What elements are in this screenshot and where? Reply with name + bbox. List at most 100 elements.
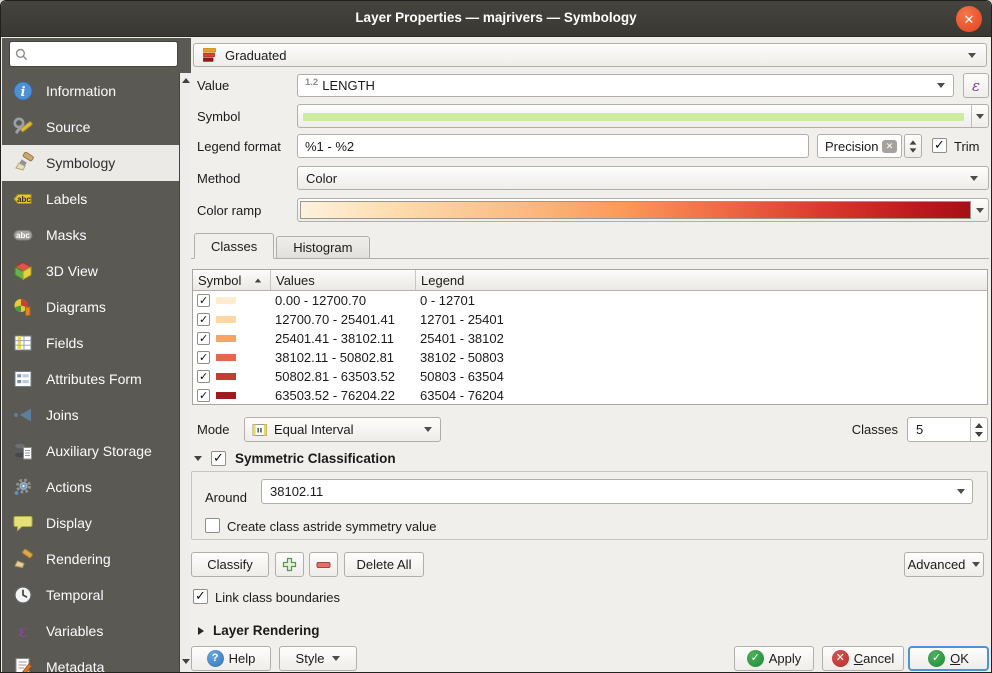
apply-button[interactable]: ✓Apply bbox=[734, 646, 814, 671]
color-ramp-dropdown[interactable] bbox=[972, 199, 988, 221]
header-legend[interactable]: Legend bbox=[416, 270, 987, 290]
precision-spin-buttons[interactable] bbox=[904, 134, 922, 158]
style-button[interactable]: Style bbox=[279, 646, 357, 671]
sidebar-item-auxiliary-storage[interactable]: Auxiliary Storage bbox=[2, 433, 179, 469]
spin-down-icon[interactable] bbox=[975, 432, 983, 437]
class-values[interactable]: 63503.52 - 76204.22 bbox=[271, 388, 416, 403]
classify-button[interactable]: Classify bbox=[191, 552, 269, 577]
search-input[interactable] bbox=[32, 47, 162, 62]
sidebar-item-joins[interactable]: Joins bbox=[2, 397, 179, 433]
sidebar-item-rendering[interactable]: Rendering bbox=[2, 541, 179, 577]
remove-class-button[interactable] bbox=[309, 552, 338, 577]
class-legend[interactable]: 63504 - 76204 bbox=[416, 388, 987, 403]
sidebar-item-display[interactable]: Display bbox=[2, 505, 179, 541]
classes-table-header: Symbol Values Legend bbox=[193, 270, 987, 291]
sidebar-item-temporal[interactable]: Temporal bbox=[2, 577, 179, 613]
classes-spin-buttons[interactable] bbox=[970, 418, 987, 441]
header-values[interactable]: Values bbox=[271, 270, 416, 290]
class-row[interactable]: 25401.41 - 38102.11 25401 - 38102 bbox=[193, 329, 987, 348]
symbol-preview-button[interactable] bbox=[297, 104, 989, 128]
class-row[interactable]: 12700.70 - 25401.41 12701 - 25401 bbox=[193, 310, 987, 329]
auxiliary-storage-icon bbox=[11, 439, 35, 463]
classes-spinbox[interactable]: 5 bbox=[907, 417, 988, 442]
header-symbol[interactable]: Symbol bbox=[193, 270, 271, 290]
class-legend[interactable]: 38102 - 50803 bbox=[416, 350, 987, 365]
renderer-value: Graduated bbox=[225, 48, 286, 63]
trim-checkbox[interactable] bbox=[932, 138, 947, 153]
class-values[interactable]: 12700.70 - 25401.41 bbox=[271, 312, 416, 327]
delete-all-button[interactable]: Delete All bbox=[344, 552, 424, 577]
sidebar-item-labels[interactable]: abc Labels bbox=[2, 181, 179, 217]
add-class-button[interactable] bbox=[275, 552, 304, 577]
symbol-dropdown[interactable] bbox=[971, 105, 988, 127]
symmetric-classification-checkbox[interactable] bbox=[211, 451, 226, 466]
method-combo[interactable]: Color bbox=[297, 166, 989, 190]
help-button[interactable]: ?Help bbox=[191, 646, 271, 671]
scroll-up-icon[interactable] bbox=[182, 78, 190, 83]
clear-icon[interactable]: ✕ bbox=[882, 140, 897, 153]
class-legend[interactable]: 12701 - 25401 bbox=[416, 312, 987, 327]
astride-checkbox[interactable] bbox=[205, 518, 220, 533]
symmetric-classification-header[interactable]: Symmetric Classification bbox=[194, 449, 396, 467]
class-color-swatch[interactable] bbox=[216, 392, 236, 399]
around-combo[interactable]: 38102.11 bbox=[261, 479, 973, 504]
sidebar-item-fields[interactable]: Fields bbox=[2, 325, 179, 361]
class-color-swatch[interactable] bbox=[216, 354, 236, 361]
sidebar-item-symbology[interactable]: Symbology bbox=[2, 145, 179, 181]
tab-histogram[interactable]: Histogram bbox=[276, 236, 369, 259]
renderer-combo[interactable]: Graduated bbox=[193, 43, 987, 67]
scroll-down-icon[interactable] bbox=[182, 659, 190, 664]
sidebar-item-metadata[interactable]: Metadata bbox=[2, 649, 179, 672]
class-visibility-checkbox[interactable] bbox=[197, 294, 210, 307]
class-color-swatch[interactable] bbox=[216, 373, 236, 380]
class-visibility-checkbox[interactable] bbox=[197, 313, 210, 326]
class-legend[interactable]: 50803 - 63504 bbox=[416, 369, 987, 384]
sidebar-item-attributes-form[interactable]: Attributes Form bbox=[2, 361, 179, 397]
collapse-expanded-icon[interactable] bbox=[194, 456, 202, 461]
class-color-swatch[interactable] bbox=[216, 297, 236, 304]
class-legend[interactable]: 0 - 12701 bbox=[416, 293, 987, 308]
color-ramp-button[interactable] bbox=[297, 198, 989, 222]
class-row[interactable]: 0.00 - 12700.70 0 - 12701 bbox=[193, 291, 987, 310]
class-row[interactable]: 63503.52 - 76204.22 63504 - 76204 bbox=[193, 386, 987, 405]
sidebar-scrollbar[interactable] bbox=[179, 73, 191, 672]
precision-spinbox[interactable]: Precision ✕ bbox=[817, 134, 902, 158]
sidebar-item-diagrams[interactable]: Diagrams bbox=[2, 289, 179, 325]
cancel-button[interactable]: ✕Cancel bbox=[822, 646, 904, 671]
class-values[interactable]: 50802.81 - 63503.52 bbox=[271, 369, 416, 384]
sidebar-search[interactable] bbox=[9, 41, 178, 67]
sidebar-item-masks[interactable]: abc Masks bbox=[2, 217, 179, 253]
spin-up-icon[interactable] bbox=[910, 140, 917, 144]
class-visibility-checkbox[interactable] bbox=[197, 389, 210, 402]
class-row[interactable]: 50802.81 - 63503.52 50803 - 63504 bbox=[193, 367, 987, 386]
advanced-button[interactable]: Advanced bbox=[904, 552, 984, 577]
link-class-boundaries-checkbox[interactable] bbox=[193, 589, 208, 604]
legend-format-input[interactable]: %1 - %2 bbox=[297, 134, 809, 158]
sidebar-item-3d-view[interactable]: 3D View bbox=[2, 253, 179, 289]
class-visibility-checkbox[interactable] bbox=[197, 370, 210, 383]
tab-classes[interactable]: Classes bbox=[194, 233, 274, 259]
expression-builder-button[interactable]: ε bbox=[963, 73, 989, 98]
class-color-swatch[interactable] bbox=[216, 316, 236, 323]
class-values[interactable]: 25401.41 - 38102.11 bbox=[271, 331, 416, 346]
close-button[interactable]: ✕ bbox=[956, 6, 982, 32]
class-visibility-checkbox[interactable] bbox=[197, 332, 210, 345]
spin-up-icon[interactable] bbox=[975, 423, 983, 428]
sidebar-item-actions[interactable]: Actions bbox=[2, 469, 179, 505]
class-values[interactable]: 0.00 - 12700.70 bbox=[271, 293, 416, 308]
class-color-swatch[interactable] bbox=[216, 335, 236, 342]
sidebar-item-source[interactable]: Source bbox=[2, 109, 179, 145]
collapse-collapsed-icon[interactable] bbox=[198, 627, 204, 635]
sidebar-item-information[interactable]: i Information bbox=[2, 73, 179, 109]
sidebar-item-variables[interactable]: ε Variables bbox=[2, 613, 179, 649]
class-row[interactable]: 38102.11 - 50802.81 38102 - 50803 bbox=[193, 348, 987, 367]
class-values[interactable]: 38102.11 - 50802.81 bbox=[271, 350, 416, 365]
class-legend[interactable]: 25401 - 38102 bbox=[416, 331, 987, 346]
ok-button[interactable]: ✓OK bbox=[908, 646, 989, 671]
mode-combo[interactable]: Equal Interval bbox=[244, 417, 441, 442]
titlebar[interactable]: Layer Properties — majrivers — Symbology… bbox=[1, 1, 991, 37]
spin-down-icon[interactable] bbox=[910, 148, 917, 152]
value-field-combo[interactable]: 1.2 LENGTH bbox=[297, 74, 954, 97]
layer-rendering-section[interactable]: Layer Rendering bbox=[198, 623, 320, 638]
class-visibility-checkbox[interactable] bbox=[197, 351, 210, 364]
